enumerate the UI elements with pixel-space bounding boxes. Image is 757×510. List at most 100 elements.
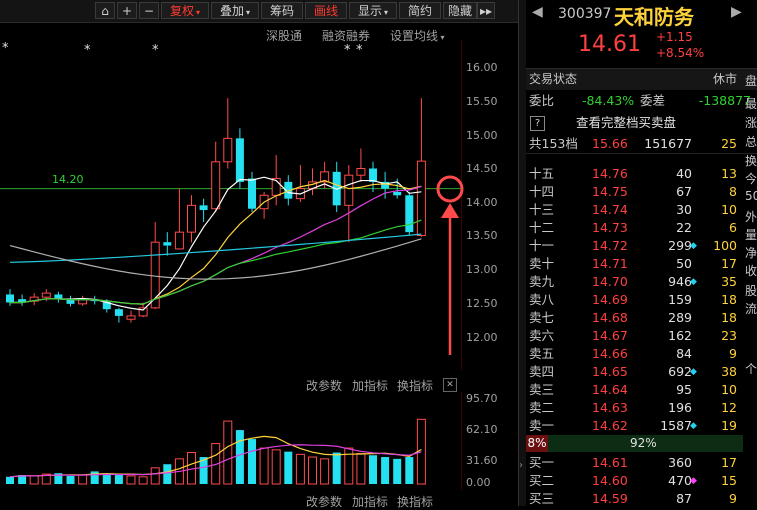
overlay-button[interactable]: 叠加 ▾: [211, 2, 259, 19]
level-count: 15: [721, 473, 737, 488]
level-count: 19: [721, 418, 737, 433]
ask-row[interactable]: 卖十 14.71 50 17: [526, 255, 757, 273]
more-icon[interactable]: ▸▸: [477, 2, 495, 19]
full-depth-link[interactable]: 查看完整档买卖盘: [576, 114, 676, 132]
level-volume: 196: [668, 400, 692, 415]
add-indicator-link-2[interactable]: 加指标: [352, 493, 388, 510]
prev-stock-icon[interactable]: ◀: [532, 4, 543, 20]
level-volume: 30: [676, 202, 692, 217]
ask-row[interactable]: 卖四 14.65 692 ◆ 38: [526, 363, 757, 381]
event-marker[interactable]: *: [2, 41, 9, 56]
volume-bar: [308, 456, 317, 485]
level-label: 十二: [529, 220, 555, 235]
weibi-label: 委比: [529, 93, 555, 108]
candlestick-chart[interactable]: * * * * *: [0, 40, 462, 370]
side-tab: 个: [745, 362, 757, 376]
volume-axis-tick: 62.10: [466, 423, 498, 436]
hide-button[interactable]: 隐藏: [443, 2, 477, 19]
event-marker[interactable]: *: [152, 43, 159, 58]
chips-button[interactable]: 筹码: [261, 2, 303, 19]
ask-row[interactable]: 卖一 14.62 1587 ◆ 19: [526, 417, 757, 435]
ask-row[interactable]: 十四 14.75 67 8: [526, 183, 757, 201]
price-axis-tick: 14.00: [466, 196, 498, 209]
event-marker[interactable]: *: [344, 43, 351, 58]
ask-row[interactable]: 卖七 14.68 289 18: [526, 309, 757, 327]
change-params-link-2[interactable]: 改参数: [306, 493, 342, 510]
ask-row[interactable]: 卖九 14.70 946 ◆ 35: [526, 273, 757, 291]
candle-body: [416, 160, 426, 236]
level-volume: 22: [676, 220, 692, 235]
lock-icon[interactable]: ⌂: [95, 2, 115, 19]
chart-toolbar: ⌂ + − 复权 ▾ 叠加 ▾ 筹码 画线 显示 ▾ 简约 隐藏 ▸▸: [0, 0, 518, 23]
next-stock-icon[interactable]: ▶: [731, 4, 742, 20]
level-label: 卖五: [529, 346, 555, 361]
ask-row[interactable]: 卖二 14.63 196 12: [526, 399, 757, 417]
level-volume: 50: [676, 256, 692, 271]
volume-bar: [369, 455, 377, 484]
volume-bar: [235, 430, 244, 484]
full-depth-row[interactable]: ? 查看完整档买卖盘: [526, 114, 757, 132]
status-row: 交易状态 休市: [526, 68, 757, 90]
volume-bar: [138, 476, 148, 485]
display-button[interactable]: 显示 ▾: [349, 2, 397, 19]
draw-line-button[interactable]: 画线: [305, 2, 347, 19]
side-tab: 总: [745, 135, 757, 149]
volume-bar: [271, 449, 281, 485]
level-volume: 692: [668, 364, 692, 379]
level-label: 十五: [529, 166, 555, 181]
candle-body: [248, 178, 256, 209]
bid-row[interactable]: 买二 14.60 470 ◆ 15: [526, 472, 757, 490]
volume-bar: [356, 452, 366, 485]
zoom-out-button[interactable]: −: [139, 2, 159, 19]
ask-row[interactable]: 卖八 14.69 159 18: [526, 291, 757, 309]
event-marker[interactable]: *: [356, 43, 363, 58]
level-count: 38: [721, 364, 737, 379]
price-axis-tick: 15.50: [466, 95, 498, 108]
fuquan-label: 复权: [169, 4, 194, 18]
level-volume: 289: [668, 310, 692, 325]
ask-row[interactable]: 十三 14.74 30 10: [526, 201, 757, 219]
bid-row[interactable]: 买三 14.59 87 9: [526, 490, 757, 508]
ratio-mid: 92%: [630, 436, 657, 450]
volume-bar: [223, 420, 233, 485]
candle-body: [344, 174, 354, 206]
level-count: 9: [729, 346, 737, 361]
side-tab: 盘: [745, 74, 757, 88]
volume-bar: [29, 475, 39, 485]
level-label: 十三: [529, 202, 555, 217]
ask-row[interactable]: 十五 14.76 40 13: [526, 165, 757, 183]
chevron-down-icon: ▾: [246, 8, 251, 17]
annotation-arrow: [436, 175, 464, 355]
ask-row[interactable]: 十一 14.72 299 ◆ 100: [526, 237, 757, 255]
switch-indicator-link-2[interactable]: 换指标: [397, 493, 433, 510]
volume-bar: [150, 467, 160, 485]
level-volume: 1587: [660, 418, 692, 433]
ask-row[interactable]: 卖五 14.66 84 9: [526, 345, 757, 363]
level-volume: 946: [668, 274, 692, 289]
zoom-in-button[interactable]: +: [117, 2, 137, 19]
fuquan-button[interactable]: 复权 ▾: [161, 2, 209, 19]
quote-panel: ◀ 300397 天和防务 ▶ 14.61 +1.15 +8.54% 交易状态 …: [526, 0, 757, 506]
level-label: 卖六: [529, 328, 555, 343]
candle-body: [126, 315, 136, 320]
side-tab: 换: [745, 154, 757, 168]
bid-row[interactable]: 买一 14.61 360 17: [526, 454, 757, 472]
weicha-value: -138877: [698, 93, 751, 108]
volume-bar: [6, 476, 14, 484]
event-marker[interactable]: *: [84, 43, 91, 58]
candle-body: [6, 294, 14, 303]
candle-body: [235, 138, 244, 182]
ask-row[interactable]: 卖三 14.64 95 10: [526, 381, 757, 399]
volume-chart[interactable]: [0, 392, 462, 490]
weicha-label: 委差: [640, 93, 666, 108]
simple-button[interactable]: 简约: [399, 2, 441, 19]
ask-row[interactable]: 十二 14.73 22 6: [526, 219, 757, 237]
display-label: 显示: [357, 4, 382, 18]
level-count: 35: [721, 274, 737, 289]
price-axis-tick: 13.00: [466, 263, 498, 276]
close-icon[interactable]: ✕: [443, 378, 457, 392]
price-change-pct: +8.54%: [656, 46, 705, 60]
volume-bar: [259, 447, 269, 485]
ask-row[interactable]: 卖六 14.67 162 23: [526, 327, 757, 345]
candle-body: [174, 231, 184, 250]
